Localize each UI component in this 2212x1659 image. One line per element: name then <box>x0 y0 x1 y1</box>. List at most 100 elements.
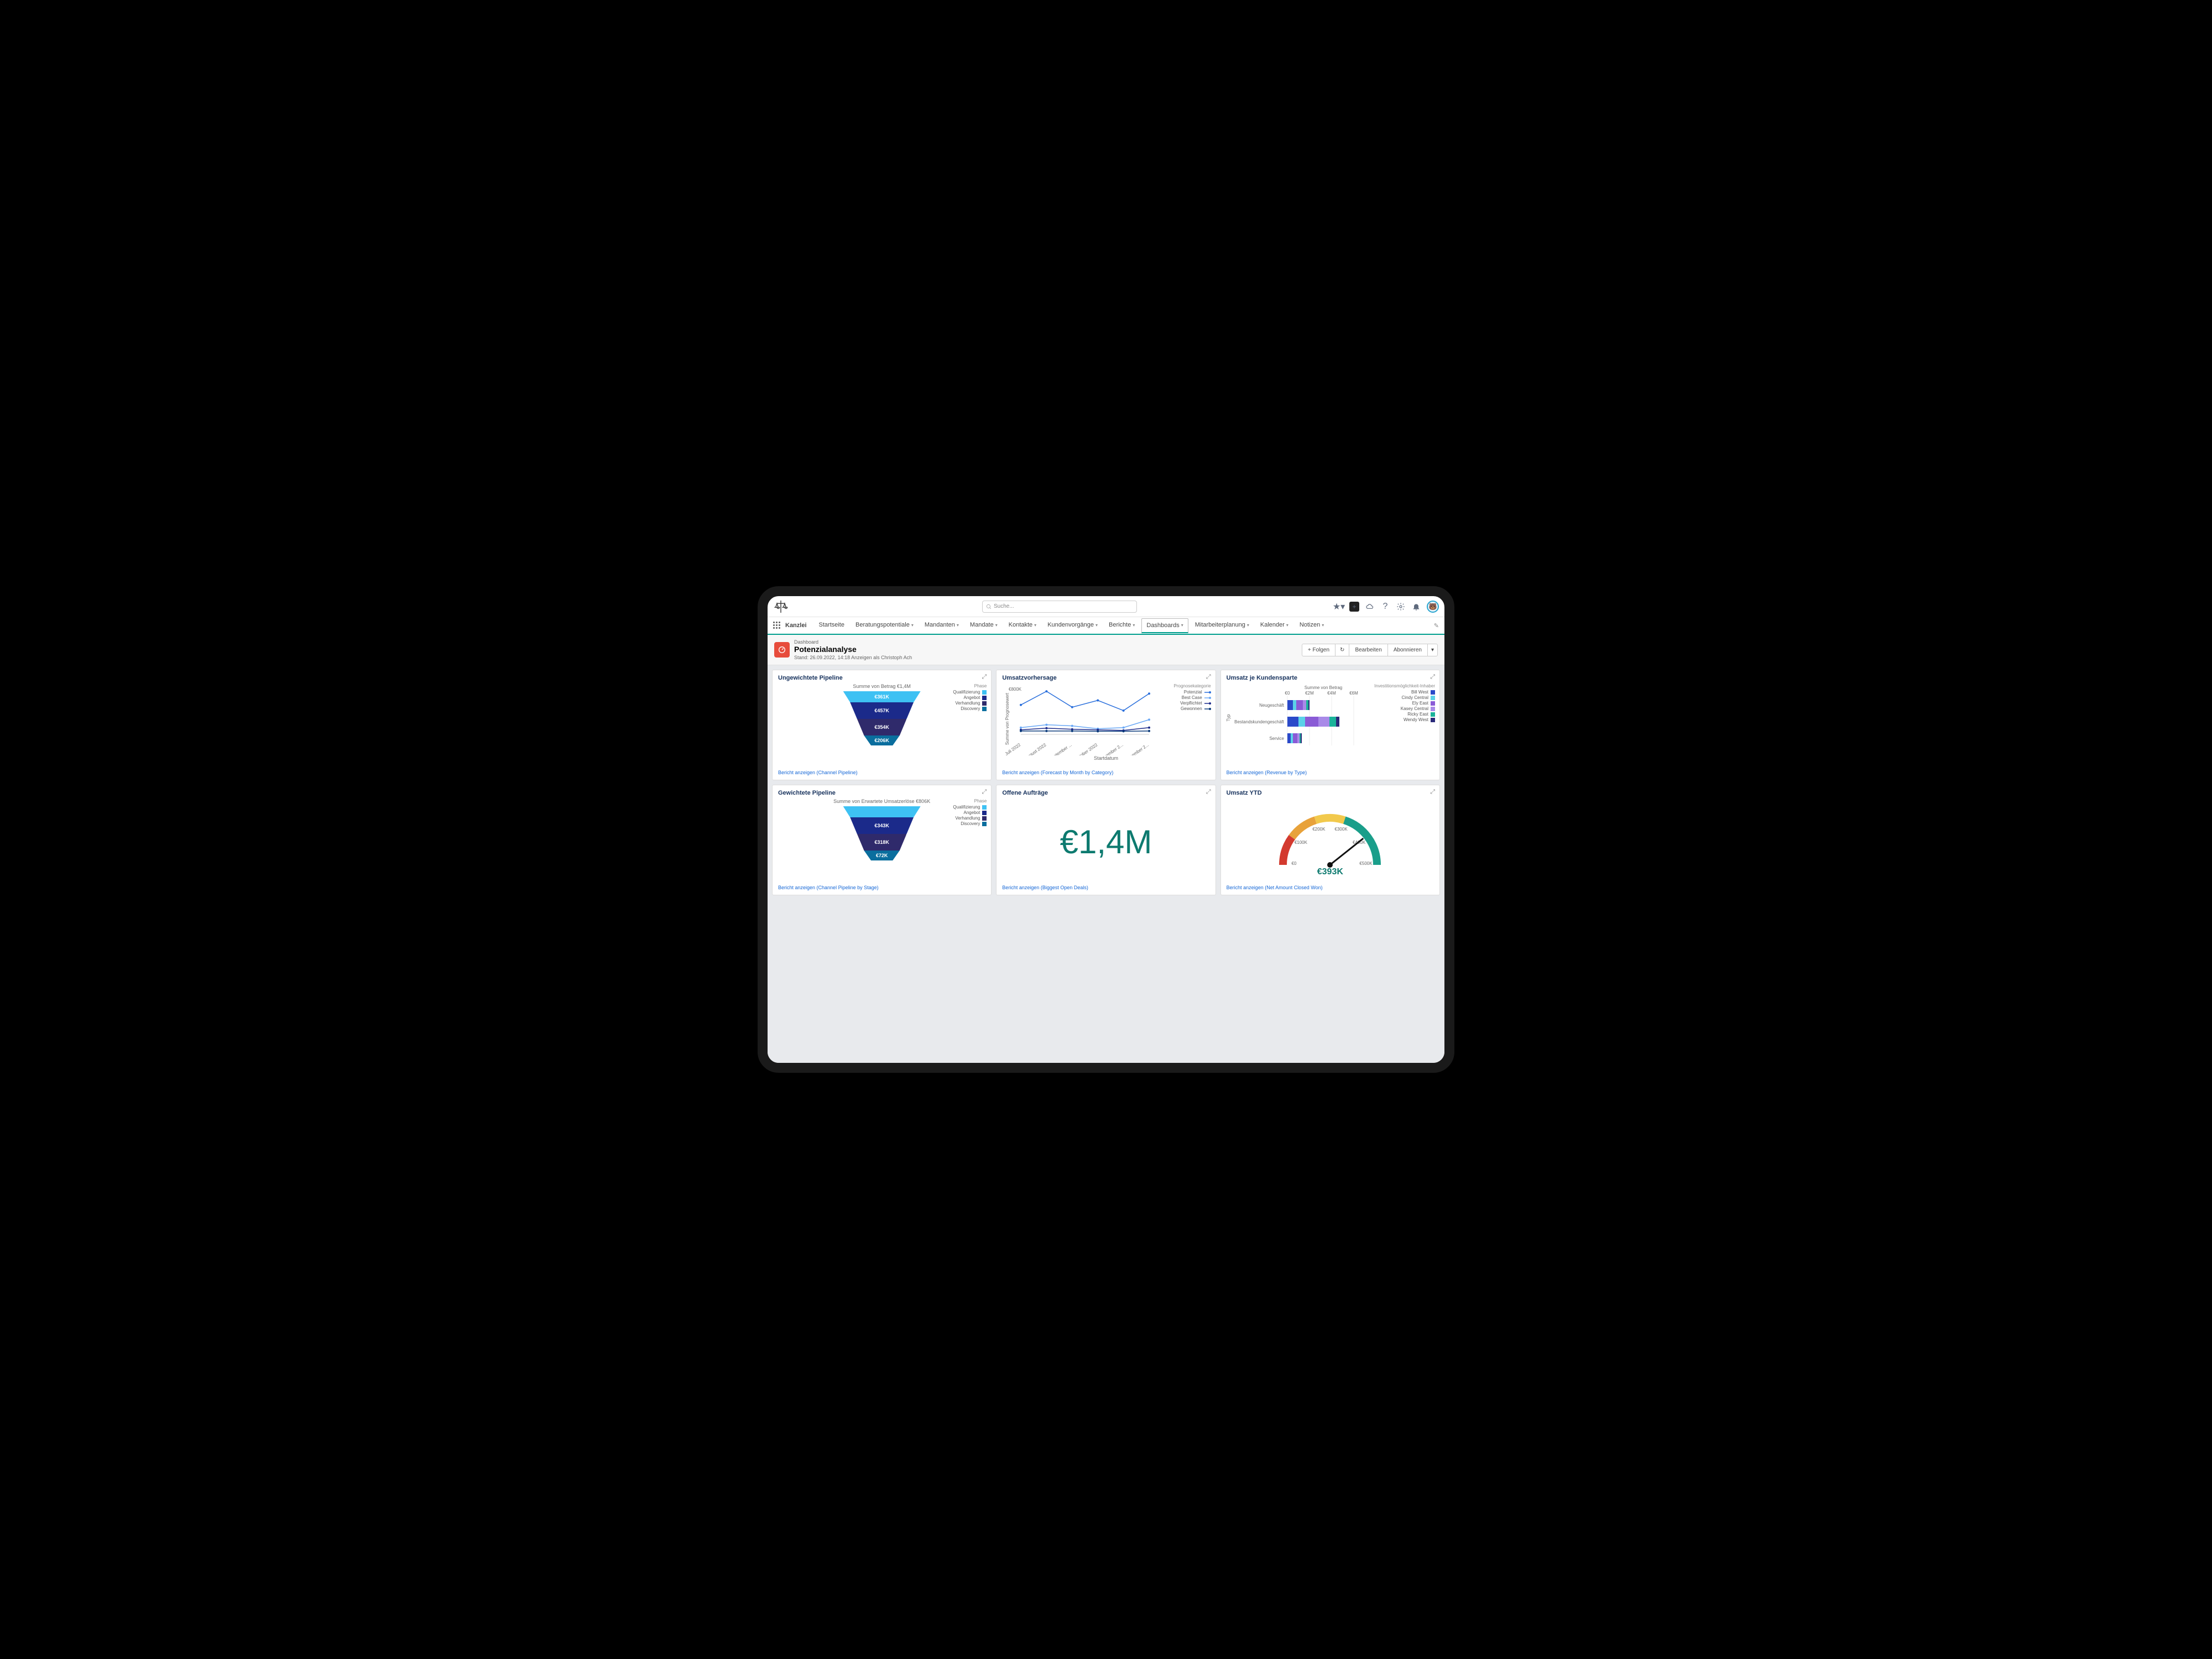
svg-text:Service: Service <box>1269 736 1284 741</box>
legend-item: Discovery <box>953 821 987 826</box>
header-eyebrow: Dashboard <box>794 639 912 645</box>
settings-icon[interactable] <box>1396 602 1406 612</box>
legend-item: Qualifizierung <box>953 690 987 695</box>
nav-kalender[interactable]: Kalender ▾ <box>1256 618 1293 633</box>
expand-icon[interactable]: ⤢ <box>1206 789 1211 796</box>
global-search[interactable]: Suche... <box>982 601 1137 613</box>
tablet-frame: Suche... ★▾ + ? 🐻 Kanzlei StartseiteBera… <box>758 586 1454 1073</box>
card-title: Ungewichtete Pipeline <box>778 675 985 681</box>
legend-item: Ricky East <box>1374 712 1435 717</box>
card-title: Offene Aufträge <box>1002 790 1209 796</box>
nav-beratungspotentiale[interactable]: Beratungspotentiale ▾ <box>851 618 918 633</box>
header-subtitle: Stand: 26.09.2022, 14:18 Anzeigen als Ch… <box>794 655 912 660</box>
header-action-3[interactable]: Abonnieren <box>1387 644 1428 656</box>
svg-text:€4M: €4M <box>1327 691 1336 696</box>
legend-item: Angebot <box>953 695 987 700</box>
svg-text:€2M: €2M <box>1305 691 1314 696</box>
legend: Phase QualifizierungAngebotVerhandlungDi… <box>953 799 987 827</box>
svg-text:€6M: €6M <box>1349 691 1358 696</box>
bar-chart: Summe von Betrag€0€2M€4M€6MNeugeschäftBe… <box>1227 684 1365 755</box>
card-offene-auftraege: Offene Aufträge ⤢ €1,4M Bericht anzeigen… <box>996 785 1215 895</box>
notifications-icon[interactable] <box>1411 602 1421 612</box>
expand-icon[interactable]: ⤢ <box>982 789 987 796</box>
header-action-2[interactable]: Bearbeiten <box>1349 644 1387 656</box>
svg-text:Oktober 2022: Oktober 2022 <box>1074 742 1099 755</box>
gauge-value: €393K <box>1227 867 1434 877</box>
svg-text:Typ: Typ <box>1227 714 1231 721</box>
app-logo <box>773 599 789 614</box>
expand-icon[interactable]: ⤢ <box>1430 789 1435 796</box>
report-link[interactable]: Bericht anzeigen (Channel Pipeline by St… <box>778 885 985 890</box>
card-umsatz-kundensparte: Umsatz je Kundensparte ⤢ Investitionsmög… <box>1220 670 1440 780</box>
user-avatar[interactable]: 🐻 <box>1427 601 1439 613</box>
nav-kontakte[interactable]: Kontakte ▾ <box>1004 618 1041 633</box>
add-icon[interactable]: + <box>1349 602 1359 612</box>
app-launcher-icon[interactable] <box>773 622 781 629</box>
line-chart: €800KJuli 2022August 2022September ...Ok… <box>1005 684 1160 755</box>
svg-text:Summe von Betrag: Summe von Betrag <box>1304 685 1342 690</box>
report-link[interactable]: Bericht anzeigen (Biggest Open Deals) <box>1002 885 1209 890</box>
svg-text:September ...: September ... <box>1048 742 1073 755</box>
svg-text:August 2022: August 2022 <box>1024 742 1047 755</box>
legend-item: Verhandlung <box>953 816 987 821</box>
nav-mandanten[interactable]: Mandanten ▾ <box>920 618 963 633</box>
legend-item: Verhandlung <box>953 701 987 706</box>
card-title: Umsatz je Kundensparte <box>1227 675 1434 681</box>
refresh-icon: ↻ <box>1340 647 1344 653</box>
nav-mitarbeiterplanung[interactable]: Mitarbeiterplanung ▾ <box>1191 618 1254 633</box>
svg-text:Bestandskundengeschäft: Bestandskundengeschäft <box>1234 719 1285 724</box>
search-icon <box>986 604 992 609</box>
legend: Phase QualifizierungAngebotVerhandlungDi… <box>953 684 987 712</box>
header-utilities: ★▾ + ? 🐻 <box>1334 601 1439 613</box>
funnel-chart: €361K€457K€354K€206K <box>843 691 921 745</box>
header-action-0[interactable]: + Folgen <box>1302 644 1335 656</box>
nav-startseite[interactable]: Startseite <box>815 618 849 633</box>
nav-mandate[interactable]: Mandate ▾ <box>966 618 1002 633</box>
card-umsatz-ytd: Umsatz YTD ⤢ €0€100K€200K€300K€400K€500K… <box>1220 785 1440 895</box>
svg-text:€0: €0 <box>1292 861 1297 866</box>
global-header: Suche... ★▾ + ? 🐻 <box>768 596 1444 617</box>
svg-text:Summe von Prognosewert: Summe von Prognosewert <box>1005 692 1010 745</box>
page-title: Potenzialanalyse <box>794 645 912 654</box>
app-name: Kanzlei <box>785 622 807 629</box>
search-placeholder: Suche... <box>994 603 1014 609</box>
header-action-1[interactable]: ↻ <box>1335 644 1349 656</box>
x-axis-label: Startdatum <box>1002 755 1209 761</box>
dashboard-icon <box>774 642 790 658</box>
cloud-icon[interactable] <box>1365 602 1375 612</box>
card-ungewichtete-pipeline: Ungewichtete Pipeline ⤢ Summe von Betrag… <box>772 670 992 780</box>
help-icon[interactable]: ? <box>1380 602 1390 612</box>
report-link[interactable]: Bericht anzeigen (Forecast by Month by C… <box>1002 770 1209 775</box>
legend: Prognosekategorie PotenzialBest CaseVerp… <box>1174 684 1211 712</box>
card-umsatzvorhersage: Umsatzvorhersage ⤢ Prognosekategorie Pot… <box>996 670 1215 780</box>
svg-text:€200K: €200K <box>1313 827 1326 832</box>
legend-item: Wendy West <box>1374 717 1435 722</box>
svg-text:€100K: €100K <box>1295 840 1308 845</box>
expand-icon[interactable]: ⤢ <box>1430 674 1435 681</box>
svg-text:€300K: €300K <box>1335 827 1348 832</box>
legend-item: Verpflichtet <box>1174 701 1211 706</box>
report-link[interactable]: Bericht anzeigen (Net Amount Closed Won) <box>1227 885 1434 890</box>
nav-notizen[interactable]: Notizen ▾ <box>1295 618 1328 633</box>
expand-icon[interactable]: ⤢ <box>1206 674 1211 681</box>
svg-text:€0: €0 <box>1285 691 1290 696</box>
funnel-chart: €343K€318K€72K <box>843 806 921 860</box>
edit-nav-icon[interactable]: ✎ <box>1434 622 1439 629</box>
nav-dashboards[interactable]: Dashboards ▾ <box>1141 618 1188 633</box>
legend-item: Best Case <box>1174 695 1211 700</box>
legend-item: Potenzial <box>1174 690 1211 695</box>
svg-text:€500K: €500K <box>1360 861 1373 866</box>
card-title: Umsatz YTD <box>1227 790 1434 796</box>
report-link[interactable]: Bericht anzeigen (Channel Pipeline) <box>778 770 985 775</box>
legend-item: Angebot <box>953 810 987 815</box>
nav-berichte[interactable]: Berichte ▾ <box>1104 618 1139 633</box>
nav-kundenvorgänge[interactable]: Kundenvorgänge ▾ <box>1043 618 1102 633</box>
dashboard-grid: Ungewichtete Pipeline ⤢ Summe von Betrag… <box>768 665 1444 1063</box>
report-link[interactable]: Bericht anzeigen (Revenue by Type) <box>1227 770 1434 775</box>
favorite-icon[interactable]: ★▾ <box>1334 602 1344 612</box>
legend-item: Qualifizierung <box>953 805 987 810</box>
header-action-4[interactable]: ▾ <box>1427 644 1438 656</box>
legend-item: Gewonnen <box>1174 706 1211 711</box>
header-actions: + Folgen ↻ BearbeitenAbonnieren▾ <box>1302 644 1438 656</box>
expand-icon[interactable]: ⤢ <box>982 674 987 681</box>
